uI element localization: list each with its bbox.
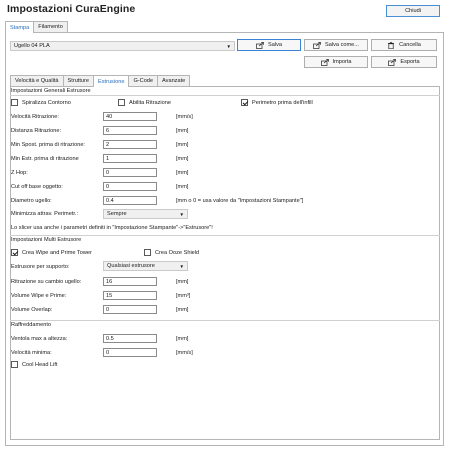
cooling-group-title: Raffreddamento bbox=[11, 322, 54, 328]
chevron-down-icon: ▼ bbox=[179, 212, 184, 217]
fan-full-height-input[interactable]: 0.5 bbox=[103, 334, 157, 343]
wipe-prime-volume-unit: [mm³] bbox=[176, 293, 191, 299]
tab-gcode[interactable]: G-Code bbox=[128, 75, 159, 86]
save-as-button[interactable]: Salva come... bbox=[304, 39, 368, 51]
perimeter-first-box bbox=[241, 99, 248, 106]
min-travel-label: Min Spost. prima di ritrazione: bbox=[11, 142, 85, 148]
min-extrusion-label: Min Estr. prima di ritrazione bbox=[11, 156, 79, 162]
import-icon bbox=[320, 58, 329, 66]
general-extruder-group-title: Impostazioni Generali Estrusore bbox=[11, 88, 93, 94]
nozzle-diameter-input[interactable]: 0.4 bbox=[103, 196, 157, 205]
z-hop-unit: [mm] bbox=[176, 170, 189, 176]
chevron-down-icon: ▼ bbox=[226, 44, 231, 49]
enable-retraction-label: Abilita Ritrazione bbox=[129, 99, 171, 106]
tab-velocita-qualita[interactable]: Velocità e Qualità bbox=[10, 75, 64, 86]
chevron-down-icon: ▼ bbox=[179, 264, 184, 269]
multi-extruder-group-title: Impostazioni Multi Estrusore bbox=[11, 237, 84, 243]
overlap-volume-label: Volume Overlap: bbox=[11, 307, 53, 313]
fan-full-height-unit: [mm] bbox=[176, 336, 189, 342]
nozzle-switch-retraction-input[interactable]: 16 bbox=[103, 277, 157, 286]
save-as-button-label: Salva come... bbox=[325, 42, 359, 48]
retraction-distance-label: Distanza Ritrazione: bbox=[11, 128, 62, 134]
wipe-prime-volume-input[interactable]: 15 bbox=[103, 291, 157, 300]
overlap-volume-unit: [mm] bbox=[176, 307, 189, 313]
minimize-crossing-label: Minimizza attrav. Perimetr.: bbox=[11, 211, 79, 217]
z-hop-input[interactable]: 0 bbox=[103, 168, 157, 177]
close-button[interactable]: Chiudi bbox=[386, 5, 440, 17]
min-speed-label: Velocità minima: bbox=[11, 350, 52, 356]
enable-retraction-checkbox[interactable]: Abilita Ritrazione bbox=[118, 99, 171, 106]
perimeter-first-label: Perimetro prima dell'infill bbox=[252, 99, 313, 106]
tab-strutture[interactable]: Strutture bbox=[62, 75, 94, 86]
nozzle-diameter-label: Diametro ugello: bbox=[11, 198, 52, 204]
cooling-divider bbox=[10, 320, 440, 321]
retraction-speed-unit: [mm/s] bbox=[176, 114, 193, 120]
cool-head-lift-label: Cool Head Lift bbox=[22, 361, 58, 368]
export-icon bbox=[388, 58, 397, 66]
retraction-speed-input[interactable]: 40 bbox=[103, 112, 157, 121]
ooze-shield-checkbox[interactable]: Crea Ooze Shield bbox=[144, 249, 199, 256]
delete-button-label: Cancella bbox=[399, 42, 421, 48]
profile-select[interactable]: Ugello 04 PLA ▼ bbox=[10, 41, 235, 51]
min-travel-unit: [mm] bbox=[176, 142, 189, 148]
wipe-prime-volume-label: Volume Wipe e Prime: bbox=[11, 293, 67, 299]
tab-estrusione[interactable]: Estrusione bbox=[93, 75, 130, 87]
delete-button[interactable]: Cancella bbox=[371, 39, 437, 51]
minimize-crossing-value: Sempre bbox=[107, 211, 127, 217]
cut-off-input[interactable]: 0 bbox=[103, 182, 157, 191]
retraction-distance-unit: [mm] bbox=[176, 128, 189, 134]
min-speed-unit: [mm/s] bbox=[176, 350, 193, 356]
save-icon bbox=[256, 41, 264, 49]
extrusion-panel bbox=[10, 86, 440, 440]
overlap-volume-input[interactable]: 0 bbox=[103, 305, 157, 314]
fan-full-height-label: Ventola max a altezza: bbox=[11, 336, 68, 342]
spiralize-label: Spiralizza Contorno bbox=[22, 99, 71, 106]
min-extrusion-unit: [mm] bbox=[176, 156, 189, 162]
support-extruder-select[interactable]: Qualsiasi estrusore ▼ bbox=[103, 261, 188, 271]
save-button-label: Salva bbox=[268, 42, 282, 48]
ooze-shield-label: Crea Ooze Shield bbox=[155, 249, 200, 256]
profile-select-value: Ugello 04 PLA bbox=[14, 43, 50, 49]
window-title: Impostazioni CuraEngine bbox=[7, 3, 136, 15]
multi-extruder-divider bbox=[10, 235, 440, 236]
cut-off-label: Cut off base oggetto: bbox=[11, 184, 63, 190]
wipe-tower-box bbox=[11, 249, 18, 256]
support-extruder-label: Estrusore per supporto: bbox=[11, 264, 70, 270]
cool-head-lift-box bbox=[11, 361, 18, 368]
perimeter-first-checkbox[interactable]: Perimetro prima dell'infill bbox=[241, 99, 313, 106]
general-extruder-divider bbox=[10, 95, 440, 96]
z-hop-label: Z Hop: bbox=[11, 170, 28, 176]
tab-stampa[interactable]: Stampa bbox=[5, 21, 35, 33]
ooze-shield-box bbox=[144, 249, 151, 256]
cut-off-unit: [mm] bbox=[176, 184, 189, 190]
retraction-distance-input[interactable]: 6 bbox=[103, 126, 157, 135]
slicer-note: Lo slicer usa anche i parametri definiti… bbox=[11, 225, 213, 231]
tab-filamento[interactable]: Filamento bbox=[33, 21, 68, 32]
min-travel-input[interactable]: 2 bbox=[103, 140, 157, 149]
export-button-label: Esporta bbox=[400, 59, 420, 65]
spiralize-checkbox[interactable]: Spiralizza Contorno bbox=[11, 99, 71, 106]
nozzle-diameter-unit: [mm o 0 = usa valore da "Impostazioni St… bbox=[176, 198, 304, 204]
wipe-tower-checkbox[interactable]: Crea Wipe and Prime Tower bbox=[11, 249, 92, 256]
min-speed-input[interactable]: 0 bbox=[103, 348, 157, 357]
import-button-label: Importa bbox=[332, 59, 352, 65]
trash-icon bbox=[388, 41, 395, 49]
save-as-icon bbox=[313, 41, 321, 49]
minimize-crossing-select[interactable]: Sempre ▼ bbox=[103, 209, 188, 219]
nozzle-switch-retraction-unit: [mm] bbox=[176, 279, 189, 285]
wipe-tower-label: Crea Wipe and Prime Tower bbox=[22, 249, 92, 256]
settings-tabs: Velocità e Qualità Strutture Estrusione … bbox=[10, 75, 191, 87]
import-button[interactable]: Importa bbox=[304, 56, 368, 68]
nozzle-switch-retraction-label: Ritrazione su cambio ugello: bbox=[11, 279, 82, 285]
cool-head-lift-checkbox[interactable]: Cool Head Lift bbox=[11, 361, 57, 368]
support-extruder-value: Qualsiasi estrusore bbox=[107, 263, 155, 269]
spiralize-box bbox=[11, 99, 18, 106]
min-extrusion-input[interactable]: 1 bbox=[103, 154, 157, 163]
export-button[interactable]: Esporta bbox=[371, 56, 437, 68]
retraction-speed-label: Velocità Ritrazione: bbox=[11, 114, 59, 120]
tab-avanzate[interactable]: Avanzate bbox=[157, 75, 191, 86]
top-tabs: Stampa Filamento bbox=[5, 21, 68, 33]
save-button[interactable]: Salva bbox=[237, 39, 301, 51]
enable-retraction-box bbox=[118, 99, 125, 106]
